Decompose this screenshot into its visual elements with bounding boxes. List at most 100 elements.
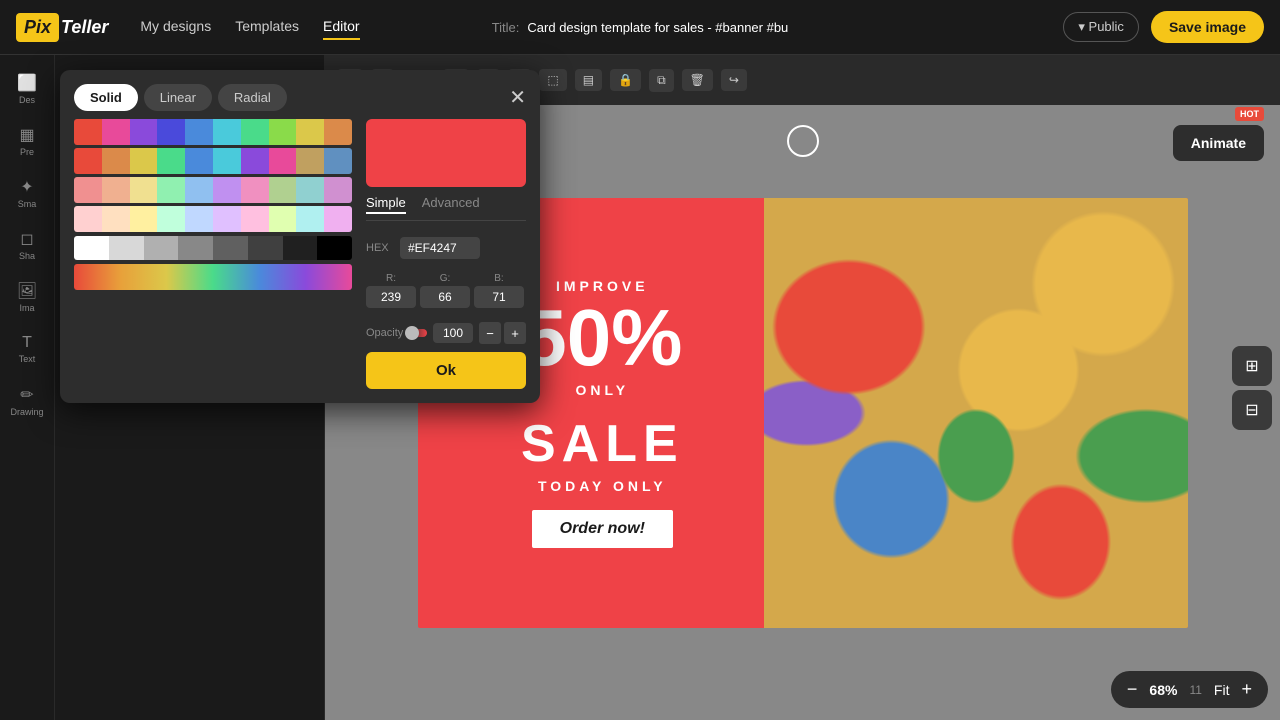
swatch-cell[interactable] — [283, 236, 318, 260]
swatch-cell[interactable] — [324, 177, 352, 203]
swatch-cell[interactable] — [157, 148, 185, 174]
tab-advanced[interactable]: Advanced — [422, 195, 480, 214]
swatch-cell[interactable] — [185, 177, 213, 203]
nav-templates[interactable]: Templates — [235, 14, 299, 40]
swatch-cell[interactable] — [213, 119, 241, 145]
zoom-in-button[interactable]: + — [1241, 679, 1252, 700]
toolbar-lock[interactable]: 🔒 — [610, 69, 641, 91]
sidebar-item-ima[interactable]: 🖼 Ima — [5, 275, 49, 319]
toolbar-align[interactable]: ⬚ — [539, 69, 566, 91]
g-input[interactable] — [420, 286, 470, 308]
swatch-cell[interactable] — [296, 148, 324, 174]
design-order-button[interactable]: Order now! — [532, 510, 673, 548]
expand-button[interactable]: ⊞ — [1232, 346, 1272, 386]
nav-my-designs[interactable]: My designs — [140, 14, 211, 40]
swatch-cell[interactable] — [324, 119, 352, 145]
swatch-cell[interactable] — [74, 148, 102, 174]
swatch-cell[interactable] — [102, 177, 130, 203]
swatch-cell[interactable] — [269, 177, 297, 203]
swatch-cell[interactable] — [296, 177, 324, 203]
swatch-cell[interactable] — [74, 119, 102, 145]
shrink-button[interactable]: ⊟ — [1232, 390, 1272, 430]
sidebar-item-drawing[interactable]: ✏ Drawing — [5, 379, 49, 423]
fit-button[interactable]: Fit — [1214, 682, 1230, 698]
toolbar-delete[interactable]: 🗑 — [682, 69, 713, 91]
opacity-increase[interactable]: + — [504, 322, 526, 344]
swatch-cell[interactable] — [296, 119, 324, 145]
swatch-cell[interactable] — [109, 236, 144, 260]
swatch-cell[interactable] — [241, 119, 269, 145]
sidebar-item-des[interactable]: ⬜ Des — [5, 67, 49, 111]
tab-linear-main[interactable]: Linear — [144, 84, 212, 111]
public-button[interactable]: ▾ Public — [1063, 12, 1139, 42]
close-icon[interactable]: ✕ — [509, 85, 526, 110]
swatch-cell[interactable] — [102, 206, 130, 232]
swatch-cell[interactable] — [213, 236, 248, 260]
swatch-cell[interactable] — [213, 206, 241, 232]
swatch-cell[interactable] — [130, 206, 158, 232]
b-input[interactable] — [474, 286, 524, 308]
swatch-cell[interactable] — [157, 206, 185, 232]
circle-handle[interactable] — [787, 125, 819, 157]
swatch-cell[interactable] — [157, 177, 185, 203]
opacity-input[interactable] — [433, 323, 473, 343]
swatch-cell[interactable] — [74, 206, 102, 232]
swatch-cell[interactable] — [248, 236, 283, 260]
sidebar-item-sma[interactable]: ✦ Sma — [5, 171, 49, 215]
design-improve: IMPROVE — [556, 278, 649, 294]
swatch-cell[interactable] — [241, 206, 269, 232]
swatch-cell[interactable] — [213, 177, 241, 203]
swatch-cell[interactable] — [130, 148, 158, 174]
swatch-cell[interactable] — [241, 177, 269, 203]
sidebar-label-drawing: Drawing — [10, 407, 43, 417]
sma-icon: ✦ — [20, 177, 33, 197]
swatch-cell[interactable] — [185, 206, 213, 232]
gradient-swatch[interactable] — [74, 264, 352, 290]
toolbar-group[interactable]: ▤ — [575, 69, 602, 91]
swatch-cell[interactable] — [102, 148, 130, 174]
swatch-cell[interactable] — [324, 148, 352, 174]
r-input[interactable] — [366, 286, 416, 308]
ok-button[interactable]: Ok — [366, 352, 526, 389]
swatch-cell[interactable] — [269, 206, 297, 232]
swatch-cell[interactable] — [144, 236, 179, 260]
nav-editor[interactable]: Editor — [323, 14, 360, 40]
swatch-cell[interactable] — [185, 119, 213, 145]
swatch-cell[interactable] — [213, 148, 241, 174]
opacity-slider[interactable] — [409, 329, 427, 337]
opacity-label: Opacity — [366, 327, 403, 339]
cp-tabs-main: Solid Linear Radial — [74, 84, 287, 111]
toolbar-redo[interactable]: ↪ — [721, 69, 747, 91]
toolbar-copy[interactable]: ⧉ — [649, 69, 674, 92]
swatch-cell[interactable] — [185, 148, 213, 174]
hex-input[interactable] — [400, 237, 480, 259]
sidebar-item-pre[interactable]: ▦ Pre — [5, 119, 49, 163]
opacity-thumb[interactable] — [405, 326, 419, 340]
color-preview — [366, 119, 526, 187]
swatch-cell[interactable] — [102, 119, 130, 145]
swatch-cell[interactable] — [269, 148, 297, 174]
swatch-cell[interactable] — [130, 119, 158, 145]
opacity-row: Opacity − + — [366, 322, 526, 344]
save-button[interactable]: Save image — [1151, 11, 1264, 43]
swatch-cell[interactable] — [296, 206, 324, 232]
sidebar-item-text[interactable]: T Text — [5, 327, 49, 371]
swatch-cell[interactable] — [324, 206, 352, 232]
swatch-cell[interactable] — [241, 148, 269, 174]
opacity-decrease[interactable]: − — [479, 322, 501, 344]
swatch-black[interactable] — [317, 236, 352, 260]
swatch-cell[interactable] — [157, 119, 185, 145]
zoom-out-button[interactable]: − — [1127, 679, 1138, 700]
swatch-cell[interactable] — [130, 177, 158, 203]
swatch-cell[interactable] — [269, 119, 297, 145]
tab-solid-main[interactable]: Solid — [74, 84, 138, 111]
sidebar-item-sha[interactable]: ◻ Sha — [5, 223, 49, 267]
swatch-cell[interactable] — [178, 236, 213, 260]
swatch-white[interactable] — [74, 236, 109, 260]
tab-simple[interactable]: Simple — [366, 195, 406, 214]
design-only: ONLY — [575, 382, 629, 398]
tab-radial-main[interactable]: Radial — [218, 84, 287, 111]
swatch-cell[interactable] — [74, 177, 102, 203]
animate-button[interactable]: Animate — [1173, 125, 1264, 161]
hot-badge: HOT — [1235, 107, 1264, 121]
